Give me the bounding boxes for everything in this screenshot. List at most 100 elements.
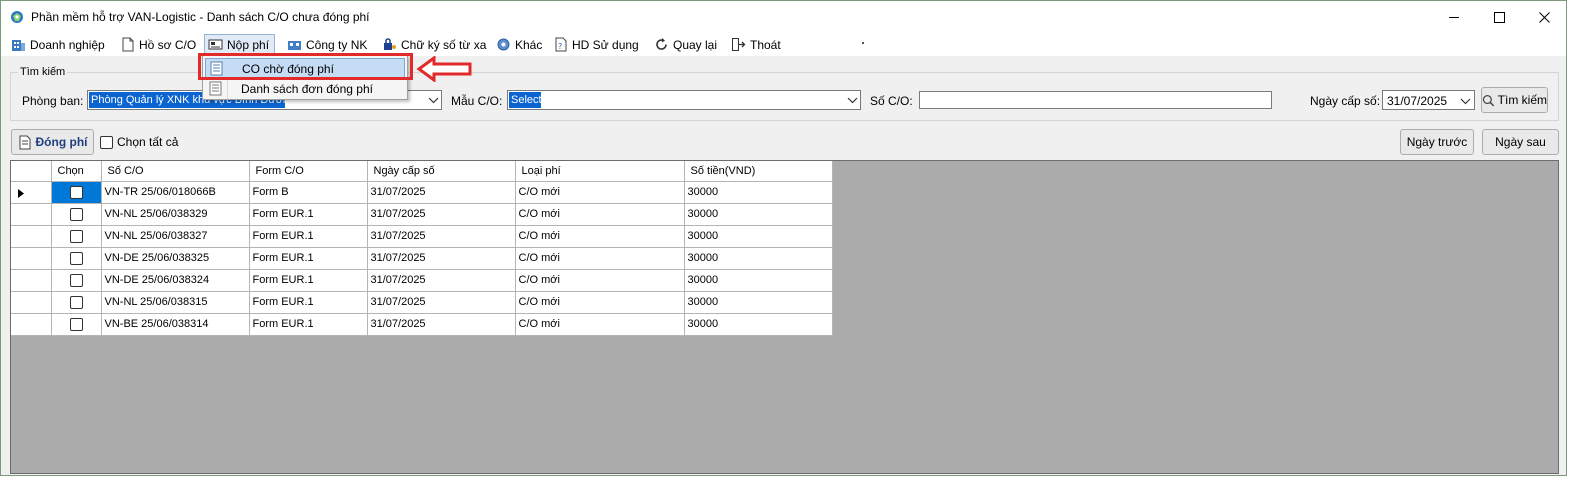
cell-tien[interactable]: 30000: [684, 203, 833, 226]
chon-cell[interactable]: [51, 203, 102, 226]
row-header[interactable]: [11, 247, 52, 270]
table-row[interactable]: VN-DE 25/06/038325 Form EUR.1 31/07/2025 C/…: [11, 247, 833, 270]
dropdown-item-danh-sach-don[interactable]: Danh sách đơn đóng phí: [205, 79, 405, 99]
chon-cell[interactable]: [51, 291, 102, 314]
search-button[interactable]: Tìm kiếm: [1481, 87, 1548, 113]
cell-so-co[interactable]: VN-NL 25/06/038329: [101, 203, 250, 226]
row-header[interactable]: [11, 225, 52, 248]
chon-cell[interactable]: [51, 313, 102, 336]
menu-chu-ky-so[interactable]: Chữ ký số từ xa: [378, 34, 492, 55]
cell-ngay[interactable]: 31/07/2025: [367, 247, 516, 270]
cell-tien[interactable]: 30000: [684, 269, 833, 292]
chon-cell[interactable]: [51, 247, 102, 270]
cell-tien[interactable]: 30000: [684, 181, 833, 204]
chevron-down-icon: [1460, 98, 1471, 105]
minimize-button[interactable]: [1431, 1, 1477, 33]
close-icon: [1538, 11, 1550, 23]
row-checkbox[interactable]: [69, 207, 83, 221]
close-button[interactable]: [1521, 1, 1566, 33]
cell-so-co[interactable]: VN-TR 25/06/018066B: [101, 181, 250, 204]
cell-tien[interactable]: 30000: [684, 313, 833, 336]
cell-loai[interactable]: C/O mới: [515, 225, 685, 248]
row-header[interactable]: [11, 203, 52, 226]
cell-tien[interactable]: 30000: [684, 291, 833, 314]
menu-thoat[interactable]: Thoát: [727, 34, 787, 55]
so-co-input[interactable]: [919, 91, 1272, 109]
table-row[interactable]: VN-NL 25/06/038329 Form EUR.1 31/07/2025 C/…: [11, 203, 833, 226]
column-header-ngay-cap-so[interactable]: Ngày cấp số: [367, 161, 516, 182]
cell-ngay[interactable]: 31/07/2025: [367, 181, 516, 204]
column-header-form-co[interactable]: Form C/O: [249, 161, 368, 182]
cell-loai[interactable]: C/O mới: [515, 247, 685, 270]
select-all-checkbox[interactable]: [100, 136, 113, 149]
cell-loai[interactable]: C/O mới: [515, 269, 685, 292]
table-row[interactable]: VN-TR 25/06/018066B Form B 31/07/2025 C/O m…: [11, 181, 833, 204]
row-checkbox[interactable]: [69, 251, 83, 265]
chon-cell[interactable]: [51, 225, 102, 248]
cell-loai[interactable]: C/O mới: [515, 181, 685, 204]
cell-ngay[interactable]: 31/07/2025: [367, 225, 516, 248]
cell-so-co[interactable]: VN-DE 25/06/038324: [101, 269, 250, 292]
dong-phi-button[interactable]: Đóng phí: [11, 129, 94, 155]
cell-ngay[interactable]: 31/07/2025: [367, 291, 516, 314]
row-header[interactable]: [11, 269, 52, 292]
dong-phi-label: Đóng phí: [35, 135, 88, 149]
chon-cell[interactable]: [51, 181, 102, 204]
form-co-select[interactable]: Select: [507, 90, 861, 110]
co-grid: Chọn Số C/O Form C/O Ngày cấp số Loại ph…: [10, 160, 1559, 474]
ngay-cap-so-picker[interactable]: 31/07/2025: [1382, 90, 1475, 110]
prev-day-button[interactable]: Ngày trước: [1400, 129, 1474, 155]
row-checkbox[interactable]: [69, 229, 83, 243]
row-checkbox[interactable]: [69, 185, 83, 199]
list-icon: [209, 81, 222, 96]
column-header-so-co[interactable]: Số C/O: [101, 161, 250, 182]
table-row[interactable]: VN-BE 25/06/038314 Form EUR.1 31/07/2025 C/…: [11, 313, 833, 336]
cell-ngay[interactable]: 31/07/2025: [367, 269, 516, 292]
row-header[interactable]: [11, 313, 52, 336]
cell-form[interactable]: Form EUR.1: [249, 203, 368, 226]
table-row[interactable]: VN-NL 25/06/038315 Form EUR.1 31/07/2025 C/…: [11, 291, 833, 314]
select-all-label: Chọn tất cả: [117, 135, 179, 149]
menu-doanh-nghiep[interactable]: Doanh nghiệp: [7, 34, 111, 55]
cell-loai[interactable]: C/O mới: [515, 291, 685, 314]
column-header-loai-phi[interactable]: Loại phí: [515, 161, 685, 182]
document-icon: [122, 37, 134, 52]
menu-khac[interactable]: Khác: [492, 34, 548, 55]
cell-so-co[interactable]: VN-NL 25/06/038327: [101, 225, 250, 248]
minimize-icon: [1449, 17, 1459, 18]
row-header[interactable]: [11, 181, 52, 204]
chon-cell[interactable]: [51, 269, 102, 292]
menu-ho-so-co[interactable]: Hồ sơ C/O: [117, 34, 202, 55]
cell-form[interactable]: Form EUR.1: [249, 225, 368, 248]
annotation-arrow-icon: [416, 56, 472, 82]
row-header[interactable]: [11, 291, 52, 314]
so-co-label: Số C/O:: [870, 94, 913, 108]
row-checkbox[interactable]: [69, 273, 83, 287]
cell-ngay[interactable]: 31/07/2025: [367, 203, 516, 226]
menu-quay-lai[interactable]: Quay lại: [650, 34, 723, 55]
cell-tien[interactable]: 30000: [684, 247, 833, 270]
table-row[interactable]: VN-DE 25/06/038324 Form EUR.1 31/07/2025 C/…: [11, 269, 833, 292]
column-header-so-tien[interactable]: Số tiền(VND): [684, 161, 833, 182]
cell-loai[interactable]: C/O mới: [515, 203, 685, 226]
column-header-chon[interactable]: Chọn: [51, 161, 102, 182]
next-day-button[interactable]: Ngày sau: [1482, 129, 1559, 155]
cell-ngay[interactable]: 31/07/2025: [367, 313, 516, 336]
cell-so-co[interactable]: VN-DE 25/06/038325: [101, 247, 250, 270]
row-checkbox[interactable]: [69, 295, 83, 309]
cell-loai[interactable]: C/O mới: [515, 313, 685, 336]
cell-form[interactable]: Form EUR.1: [249, 291, 368, 314]
cell-tien[interactable]: 30000: [684, 225, 833, 248]
cell-so-co[interactable]: VN-NL 25/06/038315: [101, 291, 250, 314]
menu-hd-su-dung[interactable]: ? HD Sử dụng: [550, 34, 645, 55]
maximize-button[interactable]: [1476, 1, 1522, 33]
cell-form[interactable]: Form EUR.1: [249, 269, 368, 292]
cell-form[interactable]: Form B: [249, 181, 368, 204]
cell-so-co[interactable]: VN-BE 25/06/038314: [101, 313, 250, 336]
table-row[interactable]: VN-NL 25/06/038327 Form EUR.1 31/07/2025 C/…: [11, 225, 833, 248]
cell-form[interactable]: Form EUR.1: [249, 313, 368, 336]
cell-form[interactable]: Form EUR.1: [249, 247, 368, 270]
row-checkbox[interactable]: [69, 317, 83, 331]
menu-cong-ty-nk[interactable]: Công ty NK: [283, 34, 373, 55]
menu-nop-phi[interactable]: Nộp phí: [204, 34, 276, 55]
